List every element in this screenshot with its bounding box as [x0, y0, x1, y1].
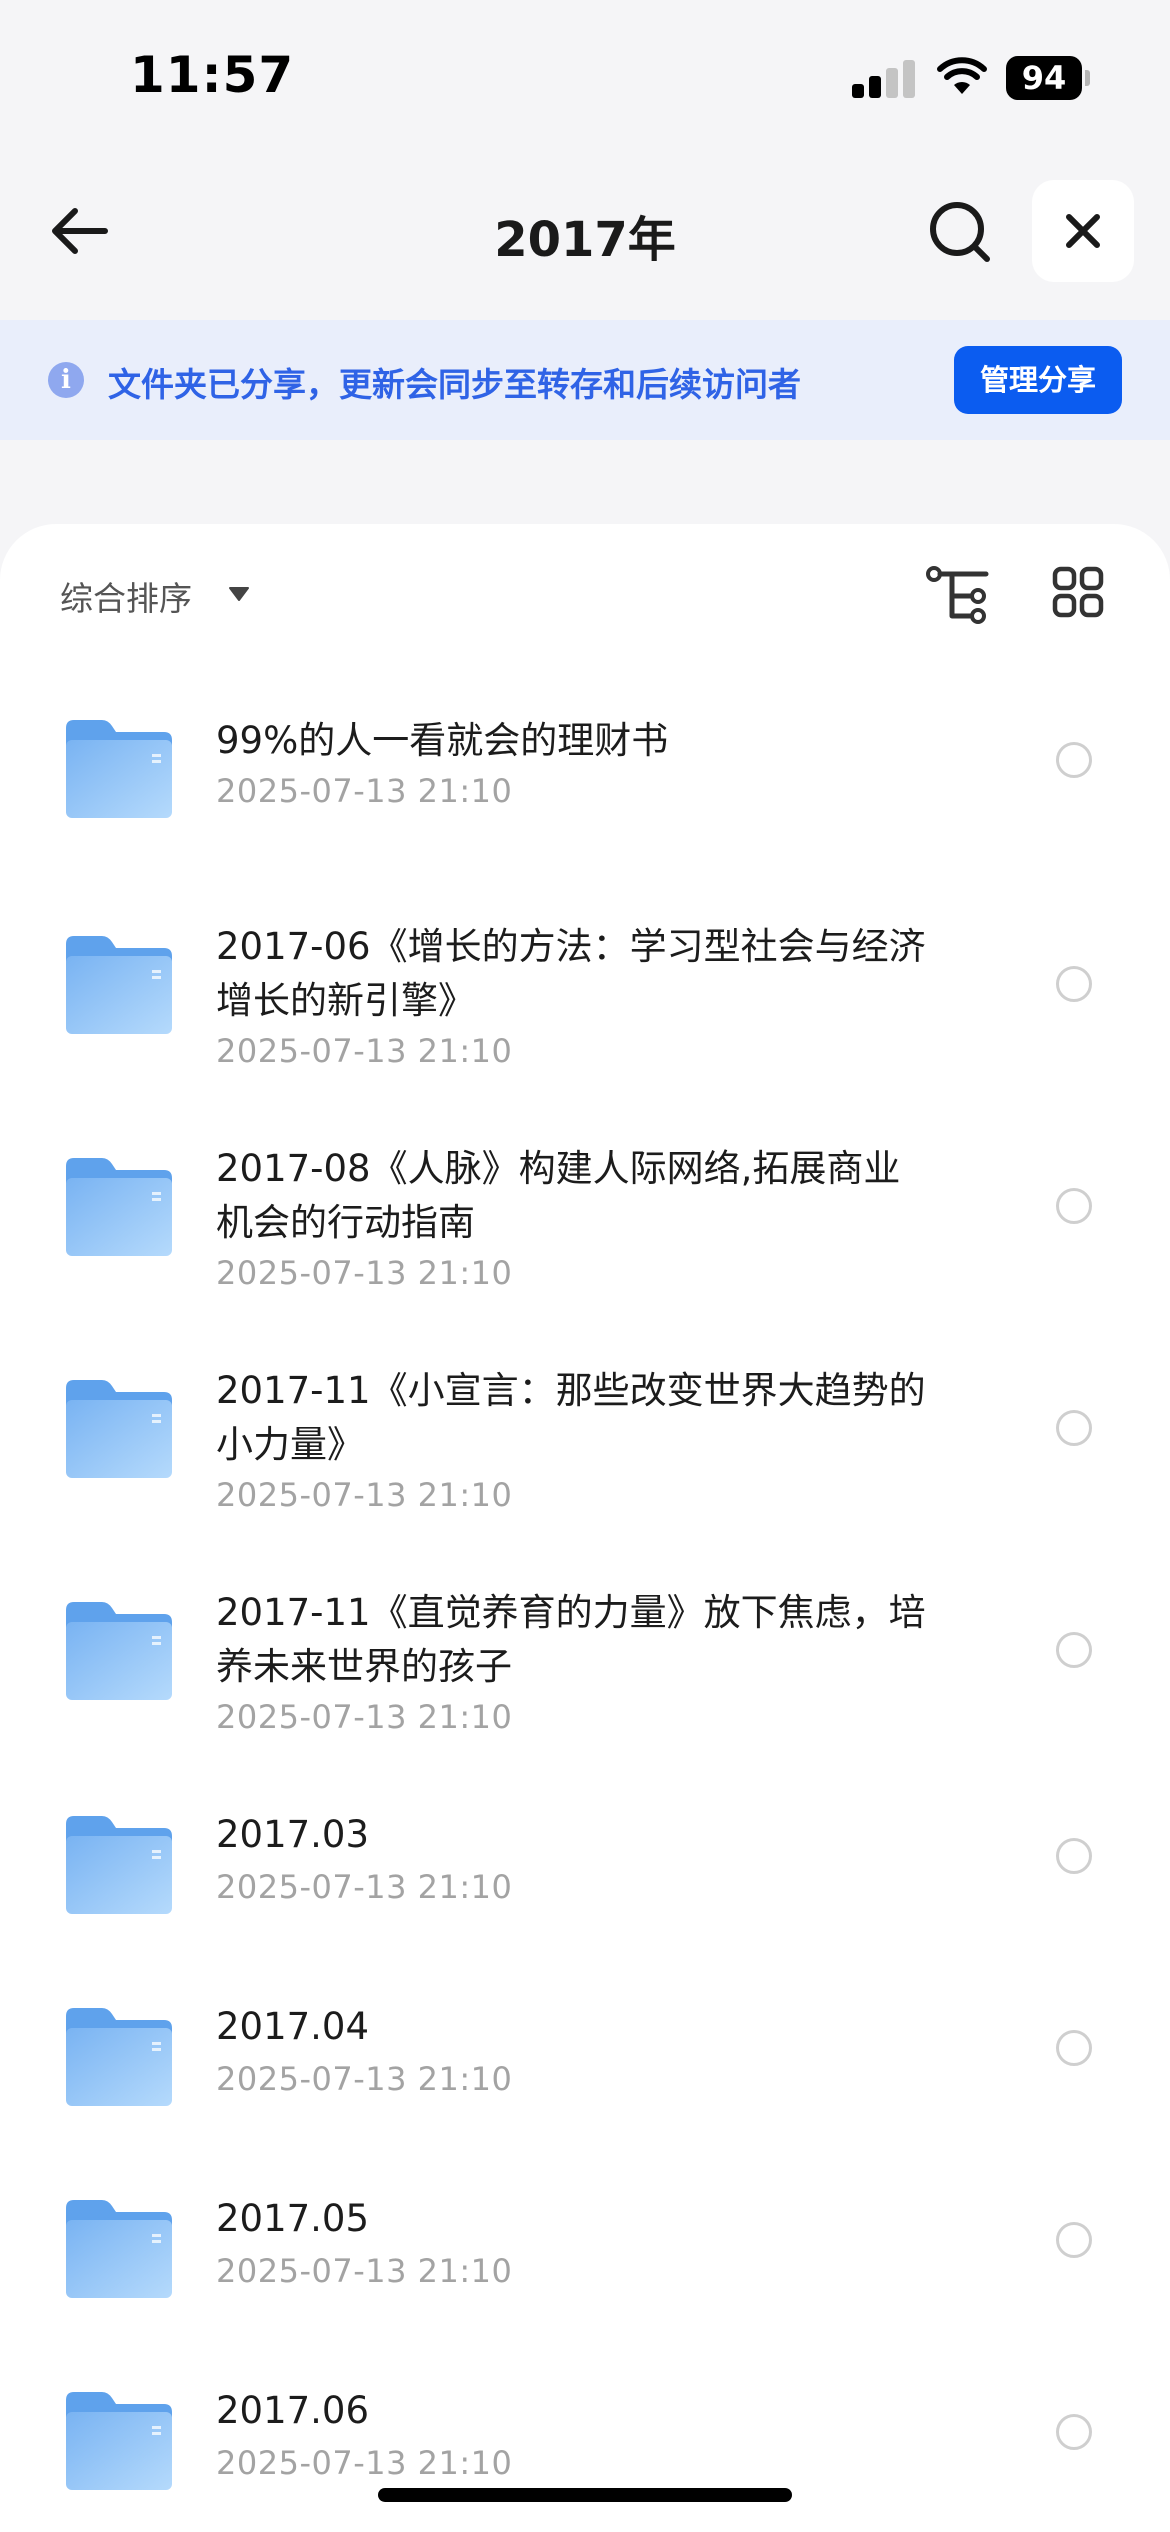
- file-date: 2025-07-13 21:10: [216, 1698, 513, 1736]
- info-icon: i: [48, 362, 84, 398]
- folder-icon: [66, 1380, 172, 1478]
- grid-view-icon[interactable]: [1052, 566, 1104, 618]
- home-indicator[interactable]: [378, 2488, 792, 2502]
- select-checkbox[interactable]: [1056, 2030, 1092, 2066]
- file-name: 2017-06《增长的方法：学习型社会与经济增长的新引擎》: [216, 925, 926, 1022]
- page-title: 2017年: [494, 212, 676, 268]
- select-checkbox[interactable]: [1056, 2414, 1092, 2450]
- select-checkbox[interactable]: [1056, 966, 1092, 1002]
- file-row[interactable]: 2017.04 2025-07-13 21:10: [0, 1952, 1170, 2144]
- share-notice-text: 文件夹已分享，更新会同步至转存和后续访问者: [108, 365, 801, 404]
- file-browser-screen: 11:57 94 2017年 i 文件夹已分享，更新会同步至转存和后续访问者 管…: [0, 0, 1170, 2532]
- folder-icon: [66, 2008, 172, 2106]
- folder-icon: [66, 2200, 172, 2298]
- file-date: 2025-07-13 21:10: [216, 1254, 513, 1292]
- select-checkbox[interactable]: [1056, 1838, 1092, 1874]
- select-checkbox[interactable]: [1056, 1632, 1092, 1668]
- file-name: 2017.04: [216, 2005, 370, 2048]
- caret-down-icon[interactable]: [228, 586, 250, 602]
- file-list: 99%的人一看就会的理财书 2025-07-13 21:10 2017-06《增长的…: [0, 664, 1170, 2528]
- file-name: 2017-11《小宣言：那些改变世界大趋势的小力量》: [216, 1369, 926, 1466]
- file-date: 2025-07-13 21:10: [216, 2060, 513, 2098]
- file-row[interactable]: 2017.05 2025-07-13 21:10: [0, 2144, 1170, 2336]
- sort-dropdown[interactable]: 综合排序: [60, 572, 192, 620]
- arrow-left-icon: [52, 208, 108, 254]
- battery-level: 94: [1006, 56, 1082, 100]
- file-date: 2025-07-13 21:10: [216, 2252, 513, 2290]
- folder-icon: [66, 2392, 172, 2490]
- file-row[interactable]: 2017.03 2025-07-13 21:10: [0, 1760, 1170, 1952]
- list-toolbar: 综合排序: [0, 524, 1170, 664]
- share-notice-banner: i 文件夹已分享，更新会同步至转存和后续访问者 管理分享: [0, 320, 1170, 440]
- select-checkbox[interactable]: [1056, 1188, 1092, 1224]
- close-button[interactable]: [1032, 180, 1134, 282]
- select-checkbox[interactable]: [1056, 2222, 1092, 2258]
- file-name: 2017.06: [216, 2389, 370, 2432]
- file-name: 2017.05: [216, 2197, 370, 2240]
- search-icon: [930, 202, 990, 262]
- close-icon: [1066, 214, 1100, 248]
- select-checkbox[interactable]: [1056, 1410, 1092, 1446]
- status-time: 11:57: [130, 46, 295, 104]
- file-name: 2017-08《人脉》构建人际网络,拓展商业机会的行动指南: [216, 1147, 901, 1244]
- file-row[interactable]: 2017-11《直觉养育的力量》放下焦虑，培养未来世界的孩子 2025-07-13…: [0, 1538, 1170, 1760]
- folder-icon: [66, 936, 172, 1034]
- status-bar: 11:57 94: [0, 0, 1170, 150]
- file-date: 2025-07-13 21:10: [216, 1032, 513, 1070]
- file-row[interactable]: 99%的人一看就会的理财书 2025-07-13 21:10: [0, 664, 1170, 872]
- tree-view-icon[interactable]: [926, 566, 990, 624]
- cellular-signal-icon: [852, 58, 916, 98]
- battery-icon: 94: [1006, 56, 1090, 100]
- folder-icon: [66, 1158, 172, 1256]
- folder-icon: [66, 720, 172, 818]
- nav-bar: 2017年: [0, 170, 1170, 290]
- file-row[interactable]: 2017-11《小宣言：那些改变世界大趋势的小力量》 2025-07-13 21:…: [0, 1316, 1170, 1538]
- file-name: 99%的人一看就会的理财书: [216, 719, 669, 762]
- file-list-card: 综合排序 99%的人一看就会的理财书 2025-07-13 21:10 2017-0…: [0, 524, 1170, 2532]
- file-row[interactable]: 2017-06《增长的方法：学习型社会与经济增长的新引擎》 2025-07-13 …: [0, 872, 1170, 1094]
- back-button[interactable]: [44, 196, 114, 266]
- manage-share-button[interactable]: 管理分享: [954, 346, 1122, 414]
- folder-icon: [66, 1816, 172, 1914]
- file-date: 2025-07-13 21:10: [216, 2444, 513, 2482]
- file-date: 2025-07-13 21:10: [216, 1476, 513, 1514]
- file-name: 2017-11《直觉养育的力量》放下焦虑，培养未来世界的孩子: [216, 1591, 926, 1688]
- file-date: 2025-07-13 21:10: [216, 772, 513, 810]
- file-row[interactable]: 2017-08《人脉》构建人际网络,拓展商业机会的行动指南 2025-07-13 …: [0, 1094, 1170, 1316]
- search-button[interactable]: [922, 194, 998, 270]
- file-date: 2025-07-13 21:10: [216, 1868, 513, 1906]
- select-checkbox[interactable]: [1056, 742, 1092, 778]
- file-name: 2017.03: [216, 1813, 370, 1856]
- folder-icon: [66, 1602, 172, 1700]
- wifi-icon: [937, 57, 987, 94]
